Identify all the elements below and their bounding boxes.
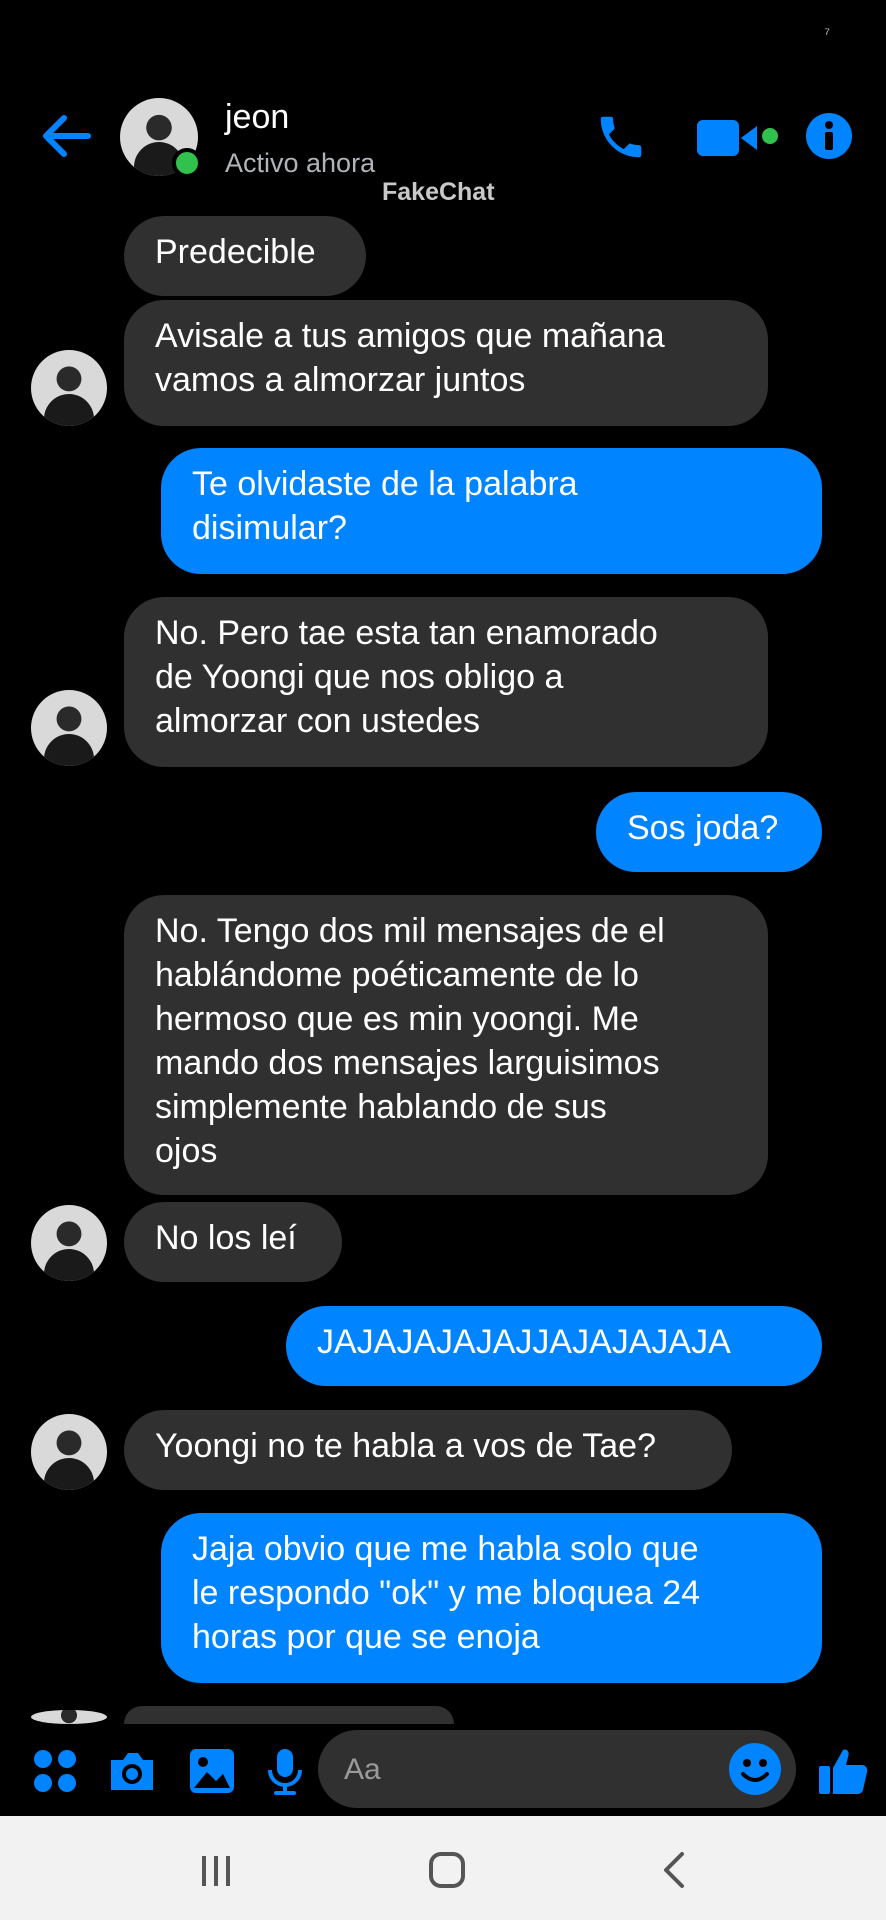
phone-icon[interactable] xyxy=(594,110,648,164)
message-bubble-incoming[interactable]: Avisale a tus amigos que mañana vamos a … xyxy=(124,300,768,426)
home-icon[interactable] xyxy=(423,1846,471,1894)
message-input-wrapper xyxy=(318,1730,796,1810)
message-bubble-incoming[interactable]: No. Pero tae esta tan enamorado de Yoong… xyxy=(124,597,768,767)
message-bubble-outgoing[interactable]: Te olvidaste de la palabra disimular? xyxy=(161,448,822,574)
contact-avatar[interactable] xyxy=(120,98,202,178)
contact-avatar-small xyxy=(31,690,107,766)
emoji-icon[interactable] xyxy=(728,1742,782,1796)
image-icon[interactable] xyxy=(185,1744,239,1798)
video-camera-icon[interactable] xyxy=(695,118,785,158)
recent-apps-icon[interactable] xyxy=(192,1846,240,1894)
message-bubble-outgoing[interactable]: Jaja obvio que me habla solo que le resp… xyxy=(161,1513,822,1683)
watermark: FakeChat xyxy=(382,178,495,206)
message-bubble-incoming[interactable]: No. Tengo dos mil mensajes de el hablánd… xyxy=(124,895,768,1195)
apps-grid-icon[interactable] xyxy=(28,1744,82,1798)
camera-icon[interactable] xyxy=(105,1744,159,1798)
back-arrow-icon[interactable] xyxy=(38,112,94,160)
thumbs-up-icon[interactable] xyxy=(816,1744,870,1798)
nav-back-icon[interactable] xyxy=(652,1846,700,1894)
message-bubble-outgoing[interactable]: Sos joda? xyxy=(596,792,822,872)
contact-avatar-small xyxy=(31,1710,107,1724)
contact-avatar-small xyxy=(31,1205,107,1281)
online-indicator xyxy=(172,148,202,178)
contact-avatar-small xyxy=(31,350,107,426)
message-bubble-incoming-partial[interactable] xyxy=(124,1706,454,1724)
message-bubble-incoming[interactable]: No los leí xyxy=(124,1202,342,1282)
message-input[interactable] xyxy=(342,1730,726,1810)
contact-status: Activo ahora xyxy=(225,148,376,178)
message-bubble-incoming[interactable]: Predecible xyxy=(124,216,366,296)
info-icon[interactable] xyxy=(805,112,853,160)
message-bubble-outgoing[interactable]: JAJAJAJAJAJJAJAJAJAJA xyxy=(286,1306,822,1386)
message-bubble-incoming[interactable]: Yoongi no te habla a vos de Tae? xyxy=(124,1410,732,1490)
contact-name[interactable]: jeon xyxy=(225,98,289,137)
composer-bar xyxy=(0,1724,886,1814)
microphone-icon[interactable] xyxy=(258,1744,312,1798)
contact-avatar-small xyxy=(31,1414,107,1490)
system-nav-bar xyxy=(0,1816,886,1920)
status-bar: ⁷ xyxy=(0,0,886,70)
status-glyph: ⁷ xyxy=(824,26,830,43)
chat-header: jeon Activo ahora xyxy=(0,90,886,186)
